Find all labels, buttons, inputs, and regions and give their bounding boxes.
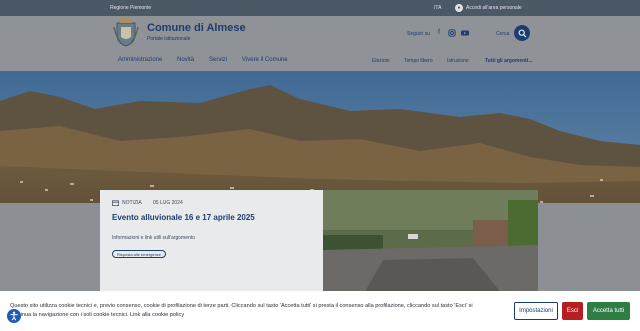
top-bar: Regione Piemonte ITA ● Accedi all'area p… <box>0 0 640 16</box>
news-category-label: NOTIZIA <box>122 200 142 206</box>
news-category: NOTIZIA <box>112 200 142 206</box>
search-icon <box>518 29 526 37</box>
login-label: Accedi all'area personale <box>466 5 522 11</box>
language-selector[interactable]: ITA <box>434 5 441 11</box>
social-label: Seguici su <box>407 31 431 37</box>
nav-novita[interactable]: Novità <box>177 57 194 63</box>
site-header <box>0 16 640 71</box>
calendar-icon <box>112 200 119 206</box>
nav-istruzione[interactable]: Istruzione <box>447 58 469 64</box>
cookie-text: Questo sito utilizza cookie tecnici e, p… <box>10 303 473 318</box>
nav-elezioni[interactable]: Elezioni <box>372 58 390 64</box>
news-title[interactable]: Evento alluvionale 16 e 17 aprile 2025 <box>112 213 255 222</box>
news-date: 05 LUG 2024 <box>153 200 183 206</box>
site-title[interactable]: Comune di Almese <box>147 22 246 34</box>
news-photo <box>323 190 538 295</box>
user-icon: ● <box>455 4 463 12</box>
cookie-exit-button[interactable]: Esci <box>562 302 583 320</box>
nav-tutti-gli-argomenti[interactable]: Tutti gli argomenti... <box>485 58 532 64</box>
accessibility-icon <box>10 311 18 321</box>
nav-vivere-il-comune[interactable]: Vivere il Comune <box>242 57 288 63</box>
region-link[interactable]: Regione Piemonte <box>110 5 151 11</box>
search-button[interactable] <box>514 25 530 41</box>
news-description: Informazioni e link utili sull'argomento <box>112 235 195 241</box>
instagram-icon[interactable] <box>448 29 456 37</box>
cookie-settings-button[interactable]: Impostazioni <box>514 302 558 320</box>
news-card[interactable]: NOTIZIA 05 LUG 2024 Evento alluvionale 1… <box>100 190 323 295</box>
accessibility-button[interactable] <box>7 309 21 323</box>
municipal-crest-icon[interactable] <box>113 17 139 47</box>
nav-servizi[interactable]: Servizi <box>209 57 227 63</box>
cookie-accept-all-button[interactable]: Accetta tutti <box>587 302 630 320</box>
facebook-icon[interactable]: f <box>435 29 443 37</box>
login-link[interactable]: ● Accedi all'area personale <box>455 3 522 13</box>
cookie-banner: Questo sito utilizza cookie tecnici e, p… <box>0 291 640 331</box>
youtube-icon[interactable] <box>461 29 469 37</box>
search-label: Cerca <box>496 31 510 37</box>
topic-tag[interactable]: Risposta alle emergenze <box>112 250 167 258</box>
site-subtitle: Portale istituzionale <box>147 36 191 42</box>
nav-tempo-libero[interactable]: Tempo libero <box>404 58 433 64</box>
nav-amministrazione[interactable]: Amministrazione <box>118 57 162 63</box>
